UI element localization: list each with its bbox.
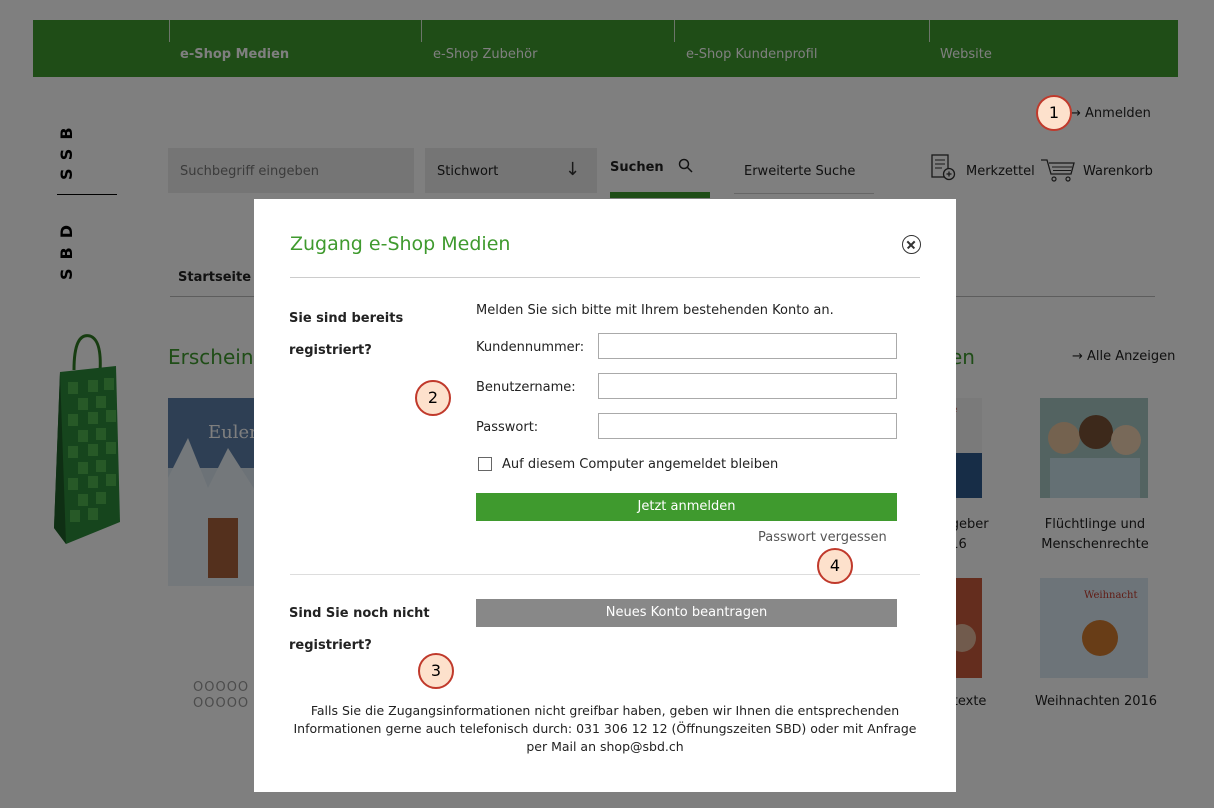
customer-number-label: Kundennummer: <box>476 340 585 355</box>
annotation-marker: 3 <box>418 653 454 689</box>
close-icon[interactable] <box>902 235 921 254</box>
contact-info: Falls Sie die Zugangsinformationen nicht… <box>293 703 917 754</box>
annotation-marker: 1 <box>1036 95 1072 131</box>
new-account-button[interactable]: Neues Konto beantragen <box>476 599 897 627</box>
login-modal: Zugang e-Shop Medien Sie sind bereits re… <box>254 199 956 792</box>
password-label: Passwort: <box>476 420 539 435</box>
password-field[interactable] <box>598 413 897 439</box>
annotation-marker: 4 <box>817 548 853 584</box>
username-label: Benutzername: <box>476 380 576 395</box>
remember-label: Auf diesem Computer angemeldet bleiben <box>502 457 779 472</box>
forgot-password-link[interactable]: Passwort vergessen <box>758 530 887 545</box>
login-intro: Melden Sie sich bitte mit Ihrem bestehen… <box>476 303 834 318</box>
login-button[interactable]: Jetzt anmelden <box>476 493 897 521</box>
username-field[interactable] <box>598 373 897 399</box>
customer-number-field[interactable] <box>598 333 897 359</box>
registered-label: Sie sind bereits registriert? <box>289 311 404 358</box>
modal-divider <box>290 277 920 278</box>
remember-checkbox[interactable] <box>478 457 492 471</box>
modal-title: Zugang e-Shop Medien <box>290 233 511 255</box>
annotation-marker: 2 <box>415 380 451 416</box>
